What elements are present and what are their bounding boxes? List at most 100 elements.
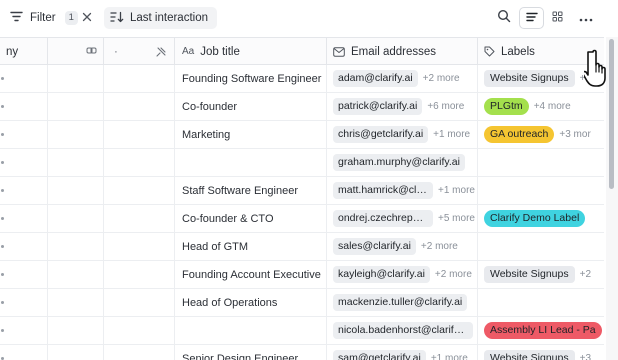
labels-cell[interactable]: Website Signups +2 xyxy=(478,261,604,288)
email-cell[interactable]: adam@clarify.ai +2 more xyxy=(327,65,478,92)
misc-cell[interactable] xyxy=(104,345,175,360)
sort-button[interactable]: Last interaction xyxy=(104,7,217,29)
label-chip[interactable]: Assembly LI Lead - Pa xyxy=(484,322,602,339)
labels-cell[interactable]: Clarify Demo Label xyxy=(478,205,604,232)
table-row[interactable]: graham.murphy@clarify.ai xyxy=(0,149,604,177)
email-cell[interactable]: ondrej.czechrep@... +5 more xyxy=(327,205,478,232)
label-chip[interactable]: Website Signups xyxy=(484,350,575,360)
misc-cell[interactable] xyxy=(48,317,104,344)
misc-cell[interactable] xyxy=(48,205,104,232)
table-row[interactable]: Staff Software Engineer matt.hamrick@clar… xyxy=(0,177,604,205)
email-chip[interactable]: patrick@clarify.ai xyxy=(333,98,423,115)
label-more-count[interactable]: +2 xyxy=(580,269,591,280)
misc-cell[interactable] xyxy=(104,289,175,316)
table-row[interactable]: Founding Account Executive kayleigh@clari… xyxy=(0,261,604,289)
job-title-cell[interactable]: Head of Operations xyxy=(175,289,327,316)
company-cell[interactable] xyxy=(0,233,48,260)
job-title-cell[interactable]: Head of GTM xyxy=(175,233,327,260)
misc-cell[interactable] xyxy=(48,261,104,288)
label-more-count[interactable]: +3 xyxy=(580,353,591,360)
misc-cell[interactable] xyxy=(104,261,175,288)
misc-cell[interactable] xyxy=(104,149,175,176)
misc-cell[interactable] xyxy=(48,345,104,360)
label-chip[interactable]: Website Signups xyxy=(484,266,575,283)
misc-cell[interactable] xyxy=(48,93,104,120)
table-row[interactable]: Senior Design Engineer sam@getclarify.ai +… xyxy=(0,345,604,360)
label-chip[interactable]: Clarify Demo Label xyxy=(484,210,586,227)
misc-cell[interactable] xyxy=(48,65,104,92)
column-header-icon-col[interactable] xyxy=(48,38,104,65)
labels-cell[interactable]: Assembly LI Lead - Pa xyxy=(478,317,604,344)
company-cell[interactable] xyxy=(0,317,48,344)
table-row[interactable]: Founding Software Engineer adam@clarify.a… xyxy=(0,65,604,93)
company-cell[interactable] xyxy=(0,289,48,316)
email-cell[interactable]: sales@clarify.ai +2 more xyxy=(327,233,478,260)
misc-cell[interactable] xyxy=(104,93,175,120)
job-title-cell[interactable] xyxy=(175,317,327,344)
job-title-cell[interactable]: Co-founder & CTO xyxy=(175,205,327,232)
misc-cell[interactable] xyxy=(48,149,104,176)
email-cell[interactable]: matt.hamrick@clarif... +1 more xyxy=(327,177,478,204)
column-header-job-title[interactable]: Aa Job title xyxy=(175,38,327,65)
labels-cell[interactable] xyxy=(478,289,604,316)
email-more-count[interactable]: +1 more xyxy=(431,353,468,360)
label-chip[interactable]: Website Signups xyxy=(484,70,575,87)
misc-cell[interactable] xyxy=(104,121,175,148)
job-title-cell[interactable]: Marketing xyxy=(175,121,327,148)
email-more-count[interactable]: +5 more xyxy=(438,213,475,224)
company-cell[interactable] xyxy=(0,345,48,360)
email-cell[interactable]: chris@getclarify.ai +1 more xyxy=(327,121,478,148)
email-cell[interactable]: patrick@clarify.ai +6 more xyxy=(327,93,478,120)
column-header-emails[interactable]: Email addresses xyxy=(327,38,478,65)
job-title-cell[interactable]: Senior Design Engineer xyxy=(175,345,327,360)
email-chip[interactable]: sam@getclarify.ai xyxy=(333,350,426,360)
table-row[interactable]: Co-founder patrick@clarify.ai +6 more PLGtm… xyxy=(0,93,604,121)
labels-cell[interactable]: GA outreach +3 mor xyxy=(478,121,604,148)
misc-cell[interactable] xyxy=(48,177,104,204)
table-row[interactable]: Head of Operations mackenzie.tuller@clari… xyxy=(0,289,604,317)
misc-cell[interactable] xyxy=(104,205,175,232)
company-cell[interactable] xyxy=(0,93,48,120)
misc-cell[interactable] xyxy=(48,233,104,260)
email-cell[interactable]: kayleigh@clarify.ai +2 more xyxy=(327,261,478,288)
email-cell[interactable]: nicola.badenhorst@clarify.ai xyxy=(327,317,478,344)
table-row[interactable]: nicola.badenhorst@clarify.ai Assembly LI … xyxy=(0,317,604,345)
email-cell[interactable]: sam@getclarify.ai +1 more xyxy=(327,345,478,360)
email-chip[interactable]: adam@clarify.ai xyxy=(333,70,418,87)
email-more-count[interactable]: +6 more xyxy=(427,101,464,112)
misc-cell[interactable] xyxy=(48,121,104,148)
email-more-count[interactable]: +1 more xyxy=(438,185,475,196)
email-more-count[interactable]: +2 more xyxy=(435,269,472,280)
email-more-count[interactable]: +2 more xyxy=(421,241,458,252)
table-row[interactable]: Marketing chris@getclarify.ai +1 more GA ou… xyxy=(0,121,604,149)
email-chip[interactable]: graham.murphy@clarify.ai xyxy=(333,154,465,171)
search-button[interactable] xyxy=(494,8,514,28)
filter-button[interactable]: Filter 1 xyxy=(3,7,84,29)
misc-cell[interactable] xyxy=(104,65,175,92)
table-row[interactable]: Head of GTM sales@clarify.ai +2 more xyxy=(0,233,604,261)
clear-filter-button[interactable] xyxy=(79,10,95,26)
column-header-misc[interactable]: · xyxy=(104,38,175,65)
misc-cell[interactable] xyxy=(104,233,175,260)
label-chip[interactable]: PLGtm xyxy=(484,98,529,115)
misc-cell[interactable] xyxy=(104,177,175,204)
label-more-count[interactable]: +3 mor xyxy=(559,129,590,140)
grid-view-button[interactable] xyxy=(546,7,568,29)
labels-cell[interactable] xyxy=(478,149,604,176)
more-options-button[interactable] xyxy=(576,8,596,28)
company-cell[interactable] xyxy=(0,261,48,288)
email-chip[interactable]: mackenzie.tuller@clarify.ai xyxy=(333,294,468,311)
email-chip[interactable]: chris@getclarify.ai xyxy=(333,126,429,143)
email-cell[interactable]: graham.murphy@clarify.ai xyxy=(327,149,478,176)
email-chip[interactable]: nicola.badenhorst@clarify.ai xyxy=(333,322,473,339)
company-cell[interactable] xyxy=(0,65,48,92)
email-cell[interactable]: mackenzie.tuller@clarify.ai xyxy=(327,289,478,316)
misc-cell[interactable] xyxy=(48,289,104,316)
email-more-count[interactable]: +2 more xyxy=(423,73,460,84)
misc-cell[interactable] xyxy=(104,317,175,344)
email-chip[interactable]: matt.hamrick@clarif... xyxy=(333,182,433,199)
list-view-button[interactable] xyxy=(519,7,544,29)
labels-cell[interactable] xyxy=(478,177,604,204)
job-title-cell[interactable]: Staff Software Engineer xyxy=(175,177,327,204)
column-header-company[interactable]: ny xyxy=(0,38,48,65)
